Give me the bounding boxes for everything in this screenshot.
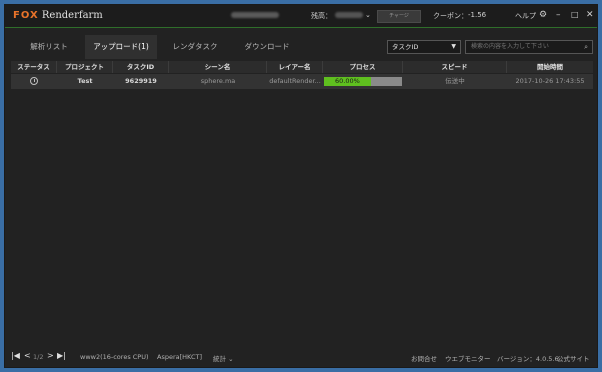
row-scene: sphere.ma — [200, 77, 236, 85]
stats-label: 統計 — [213, 355, 226, 363]
clock-icon — [30, 77, 38, 85]
account-name-redacted — [231, 12, 279, 18]
header-start-time[interactable]: 開始時間 — [507, 61, 593, 73]
website-link[interactable]: 公式サイト — [557, 353, 590, 363]
app-window: FOX Renderfarm 残高： ⌄ チャージ クーポン： -1.56 ヘル… — [4, 4, 598, 368]
chevron-down-icon: ▼ — [451, 43, 456, 50]
status-bar: |◀ < 1/2 > ▶| www2(16-cores CPU) Aspera[… — [5, 349, 597, 367]
transfer-mode[interactable]: Aspera[HKCT] — [157, 353, 202, 361]
version-label: バージョン：4.0.5.6 — [497, 355, 559, 363]
header-status[interactable]: ステータス — [11, 61, 57, 73]
header-process[interactable]: プロセス — [323, 61, 403, 73]
row-speed: 伝送中 — [445, 77, 465, 85]
gear-icon[interactable]: ⚙ — [539, 10, 547, 20]
progress-text: 60.00% — [335, 77, 360, 85]
chevron-down-icon: ⌄ — [228, 355, 234, 363]
header-project[interactable]: プロジェクト — [57, 61, 113, 73]
tab-analysis-list[interactable]: 解析リスト — [17, 35, 81, 59]
tab-download[interactable]: ダウンロード — [237, 35, 297, 59]
balance-dropdown-icon[interactable]: ⌄ — [365, 10, 371, 20]
search-icon[interactable]: ⌕ — [584, 41, 588, 53]
row-task-id: 9629919 — [125, 77, 157, 85]
header-speed[interactable]: スピード — [403, 61, 507, 73]
logo-brand: FOX — [13, 10, 39, 21]
row-project: Test — [77, 77, 93, 85]
prev-page-icon[interactable]: < — [24, 351, 31, 360]
next-page-icon[interactable]: > — [47, 351, 54, 360]
charge-button[interactable]: チャージ — [377, 10, 421, 23]
search-input[interactable]: 検索の内容を入力して下さい ⌕ — [465, 40, 593, 54]
table-row[interactable]: Test 9629919 sphere.ma defaultRender... … — [11, 74, 593, 89]
tab-render-task[interactable]: レンダタスク — [165, 35, 225, 59]
table-header: ステータス プロジェクト タスクID シーン名 レイアー名 プロセス スピード … — [11, 61, 593, 73]
contact-link[interactable]: お問合せ — [411, 353, 437, 363]
balance-value-redacted — [335, 12, 363, 18]
coupon-label: クーポン： — [433, 12, 468, 20]
page-indicator: 1/2 — [33, 353, 44, 361]
last-page-icon[interactable]: ▶| — [57, 351, 66, 360]
header-scene[interactable]: シーン名 — [169, 61, 267, 73]
first-page-icon[interactable]: |◀ — [11, 351, 20, 360]
stats-menu[interactable]: 統計 ⌄ — [213, 353, 234, 363]
close-icon[interactable]: ✕ — [586, 10, 594, 20]
search-field-select[interactable]: タスクID ▼ — [387, 40, 461, 54]
header-layer[interactable]: レイアー名 — [267, 61, 323, 73]
tab-upload[interactable]: アップロード(1) — [85, 35, 157, 59]
help-link[interactable]: ヘルプ — [515, 11, 536, 21]
row-status — [11, 74, 57, 89]
row-layer: defaultRender... — [269, 77, 321, 85]
header-task-id[interactable]: タスクID — [113, 61, 169, 73]
progress-bar: 60.00% — [324, 77, 402, 86]
row-start-time: 2017-10-26 17:43:55 — [515, 77, 585, 85]
coupon-value: -1.56 — [468, 11, 487, 19]
minimize-icon[interactable]: – — [556, 10, 561, 20]
title-bar: FOX Renderfarm 残高： ⌄ チャージ クーポン： -1.56 ヘル… — [5, 5, 597, 28]
app-logo: FOX Renderfarm — [13, 10, 103, 21]
search-field-selected: タスクID — [392, 43, 419, 51]
search-placeholder: 検索の内容を入力して下さい — [471, 43, 549, 50]
platform-label[interactable]: www2(16-cores CPU) — [80, 353, 149, 361]
logo-product: Renderfarm — [41, 10, 103, 21]
balance-label: 残高： — [311, 12, 332, 20]
web-monitor-link[interactable]: ウエブモニター — [445, 353, 491, 363]
maximize-icon[interactable]: □ — [571, 10, 579, 20]
